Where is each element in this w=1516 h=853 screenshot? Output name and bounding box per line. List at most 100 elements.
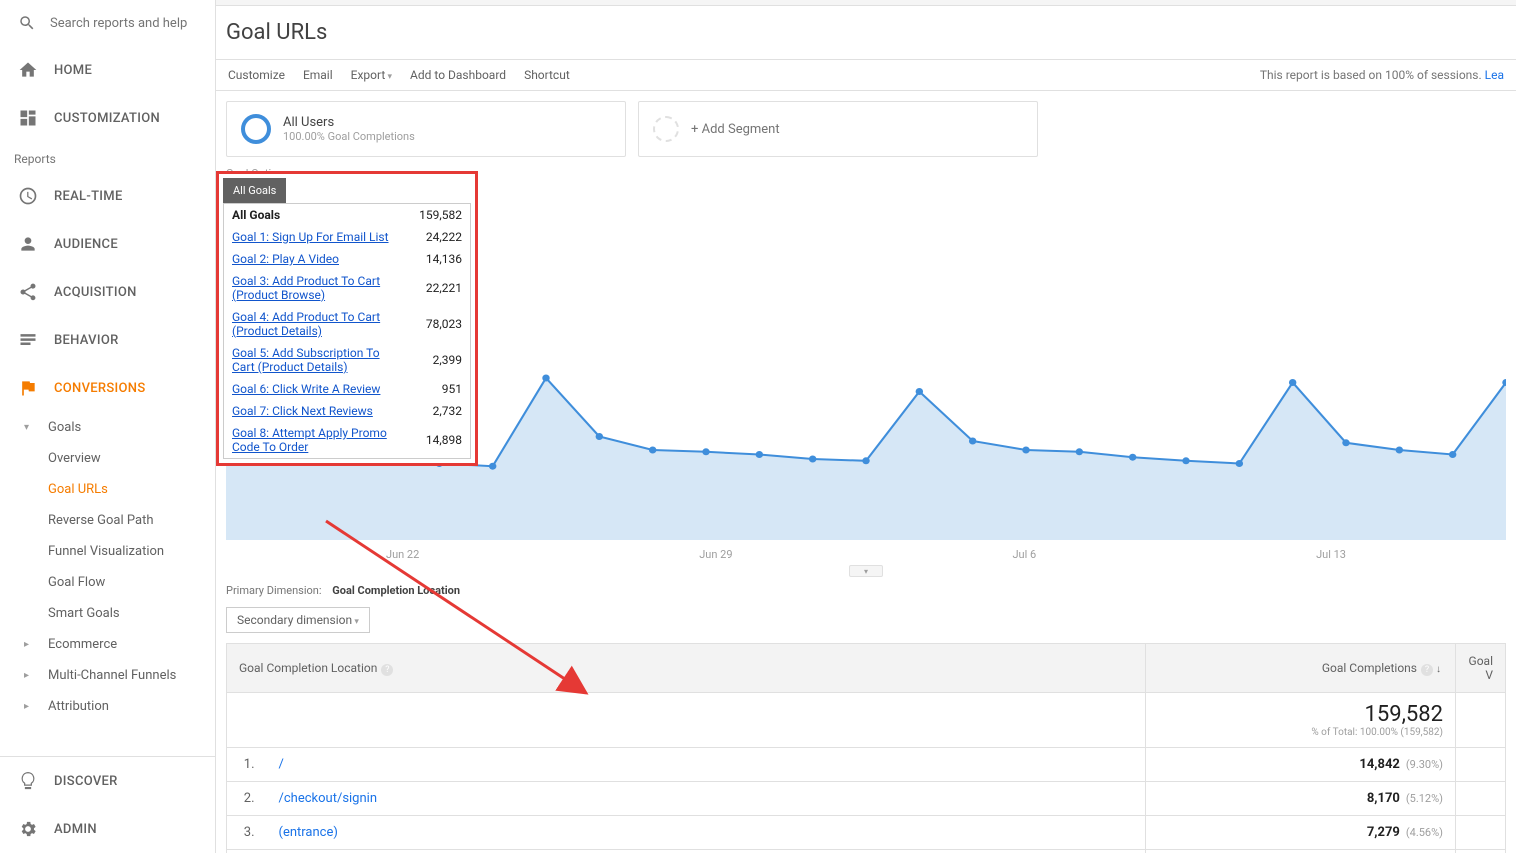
- nav-goal-urls[interactable]: Goal URLs: [48, 474, 215, 505]
- col-location[interactable]: Goal Completion Location?: [227, 644, 1146, 693]
- goal-row[interactable]: Goal 1: Sign Up For Email List 24,222: [224, 226, 470, 248]
- goal-row[interactable]: Goal 8: Attempt Apply Promo Code To Orde…: [224, 422, 470, 458]
- table-row: 2. /checkout/signin 8,170 (5.12%): [227, 782, 1506, 816]
- goal-value: 2,732: [433, 404, 462, 418]
- add-to-dashboard-button[interactable]: Add to Dashboard: [410, 68, 506, 82]
- goal-value: 24,222: [426, 230, 462, 244]
- row-index: 2.: [227, 782, 267, 816]
- nav-home[interactable]: HOME: [0, 46, 215, 94]
- chart-date-1: Jun 29: [699, 548, 732, 561]
- nav-discover[interactable]: DISCOVER: [0, 757, 215, 805]
- goal-label[interactable]: Goal 5: Add Subscription To Cart (Produc…: [232, 346, 402, 374]
- nav-behavior[interactable]: BEHAVIOR: [0, 316, 215, 364]
- nav-admin[interactable]: ADMIN: [0, 805, 215, 853]
- nav-goal-flow[interactable]: Goal Flow: [48, 567, 215, 598]
- summary-row: 159,582% of Total: 100.00% (159,582): [227, 693, 1506, 748]
- secondary-dimension-button[interactable]: Secondary dimension: [226, 607, 370, 633]
- nav-goals[interactable]: Goals: [48, 412, 215, 443]
- nav-audience[interactable]: AUDIENCE: [0, 220, 215, 268]
- goal-label[interactable]: Goal 8: Attempt Apply Promo Code To Orde…: [232, 426, 402, 454]
- segment-circle-icon: [241, 114, 271, 144]
- sampling-notice: This report is based on 100% of sessions…: [1260, 68, 1504, 82]
- goal-label[interactable]: Goal 4: Add Product To Cart (Product Det…: [232, 310, 402, 338]
- sort-arrow-icon: ↓: [1436, 664, 1441, 675]
- chart-date-2: Jul 6: [1012, 548, 1036, 561]
- nav-ecommerce[interactable]: Ecommerce: [48, 629, 215, 660]
- total-completions: 159,582: [1158, 702, 1443, 727]
- email-button[interactable]: Email: [303, 68, 333, 82]
- segment-name: All Users: [283, 115, 415, 130]
- help-icon[interactable]: ?: [1421, 664, 1433, 676]
- row-value: 8,170: [1367, 791, 1400, 806]
- goal-url-link[interactable]: (entrance): [279, 825, 338, 840]
- goal-value: 22,221: [426, 281, 462, 295]
- help-icon[interactable]: ?: [381, 664, 393, 676]
- goal-row[interactable]: Goal 7: Click Next Reviews 2,732: [224, 400, 470, 422]
- total-pct: % of Total: 100.00% (159,582): [1158, 727, 1443, 738]
- goal-label[interactable]: Goal 3: Add Product To Cart (Product Bro…: [232, 274, 402, 302]
- export-button[interactable]: Export: [351, 68, 392, 82]
- goal-row[interactable]: All Goals 159,582: [224, 204, 470, 226]
- customize-button[interactable]: Customize: [228, 68, 285, 82]
- nav-multi-channel[interactable]: Multi-Channel Funnels: [48, 660, 215, 691]
- segment-all-users[interactable]: All Users 100.00% Goal Completions: [226, 101, 626, 157]
- chart-date-3: Jul 13: [1316, 548, 1346, 561]
- goal-value: 14,898: [426, 433, 462, 447]
- goal-url-link[interactable]: /checkout/signin: [279, 791, 378, 806]
- goal-row[interactable]: Goal 4: Add Product To Cart (Product Det…: [224, 306, 470, 342]
- goal-value: 78,023: [426, 317, 462, 331]
- table-row: 1./14,842(9.30%): [227, 748, 1506, 782]
- nav-realtime[interactable]: REAL-TIME: [0, 172, 215, 220]
- goals-dropdown-highlight: All Goals All Goals 159,582 Goal 1: Sign U…: [216, 171, 478, 466]
- shortcut-button[interactable]: Shortcut: [524, 68, 570, 82]
- goal-row[interactable]: Goal 2: Play A Video 14,136: [224, 248, 470, 270]
- primary-dimension-value[interactable]: Goal Completion Location: [332, 584, 460, 597]
- customization-icon: [18, 108, 38, 128]
- goal-row[interactable]: Goal 5: Add Subscription To Cart (Produc…: [224, 342, 470, 378]
- row-pct: (9.30%): [1406, 758, 1443, 771]
- goal-label[interactable]: Goal 2: Play A Video: [232, 252, 339, 266]
- row-pct: (5.12%): [1406, 792, 1443, 805]
- table-row: 3.(entrance)7,279(4.56%): [227, 816, 1506, 850]
- table-row: 4./checkout/confirm-order5,258(3.29%): [227, 850, 1506, 853]
- home-icon: [18, 60, 38, 80]
- nav-smart-goals[interactable]: Smart Goals: [48, 598, 215, 629]
- bulb-icon: [18, 771, 38, 791]
- goal-row[interactable]: Goal 3: Add Product To Cart (Product Bro…: [224, 270, 470, 306]
- nav-reverse-goal-path[interactable]: Reverse Goal Path: [48, 505, 215, 536]
- goal-value: 14,136: [426, 252, 462, 266]
- row-index: 4.: [227, 850, 267, 853]
- nav-acquisition[interactable]: ACQUISITION: [0, 268, 215, 316]
- nav-funnel-visualization[interactable]: Funnel Visualization: [48, 536, 215, 567]
- nav-customization[interactable]: CUSTOMIZATION: [0, 94, 215, 142]
- nav-attribution[interactable]: Attribution: [48, 691, 215, 722]
- row-index: 3.: [227, 816, 267, 850]
- goal-label[interactable]: All Goals: [232, 208, 280, 222]
- person-icon: [18, 234, 38, 254]
- goal-label[interactable]: Goal 6: Click Write A Review: [232, 382, 380, 396]
- all-goals-tab[interactable]: All Goals: [223, 178, 286, 203]
- goal-row[interactable]: Goal 6: Click Write A Review951: [224, 378, 470, 400]
- search-icon: [18, 14, 36, 32]
- segment-metric: 100.00% Goal Completions: [283, 130, 415, 143]
- goal-label[interactable]: Goal 1: Sign Up For Email List: [232, 230, 389, 244]
- list-icon: [18, 330, 38, 350]
- flag-icon: [18, 378, 38, 398]
- col-completions[interactable]: Goal Completions? ↓: [1146, 644, 1456, 693]
- goal-value: 159,582: [419, 208, 462, 222]
- goal-url-link[interactable]: /: [279, 757, 284, 772]
- add-segment-button[interactable]: + Add Segment: [638, 101, 1038, 157]
- sidebar: Search reports and help HOME CUSTOMIZATI…: [0, 0, 216, 853]
- chart-date-0: Jun 22: [386, 548, 419, 561]
- nav-overview[interactable]: Overview: [48, 443, 215, 474]
- nav-conversions[interactable]: CONVERSIONS: [0, 364, 215, 412]
- goal-urls-table: Goal Completion Location? Goal Completio…: [226, 643, 1506, 853]
- search-placeholder: Search reports and help: [50, 16, 187, 31]
- learn-more-link[interactable]: Lea: [1485, 68, 1504, 82]
- reports-label: Reports: [0, 142, 215, 172]
- col-goal-value[interactable]: Goal V: [1456, 644, 1506, 693]
- search-box[interactable]: Search reports and help: [0, 0, 215, 46]
- goal-value: 2,399: [433, 353, 462, 367]
- chart-pager[interactable]: ▾: [849, 565, 883, 577]
- goal-label[interactable]: Goal 7: Click Next Reviews: [232, 404, 373, 418]
